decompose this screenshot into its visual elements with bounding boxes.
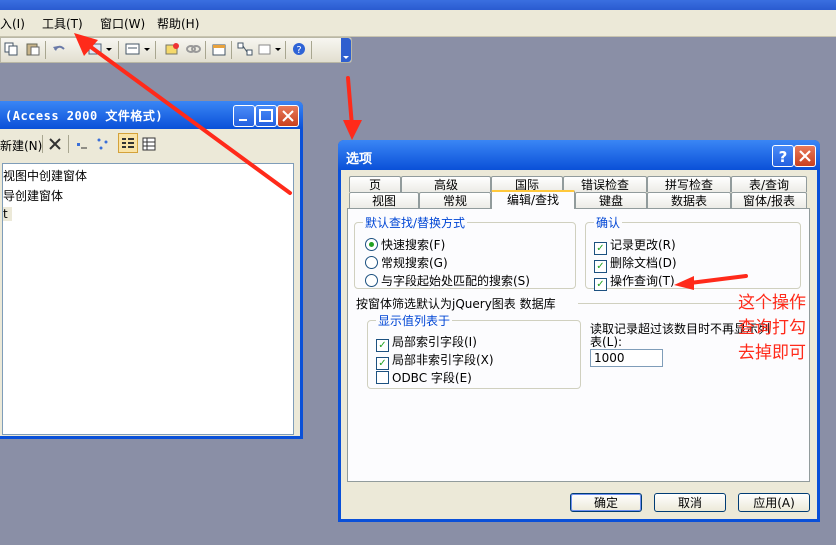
annotation-arrows: [74, 33, 748, 290]
annotation-note: 这个操作 查询打勾 去掉即可: [738, 291, 806, 366]
annotation-line: 这个操作: [738, 293, 806, 313]
tab-edit-find[interactable]: 编辑/查找: [491, 190, 575, 209]
annotation-line: 查询打勾: [738, 318, 806, 338]
annotation-line: 去掉即可: [738, 343, 806, 363]
